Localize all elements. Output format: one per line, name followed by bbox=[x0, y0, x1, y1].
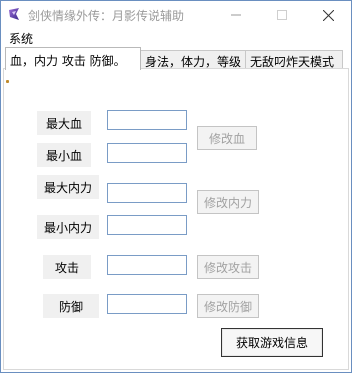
tab-hp-mp-attack-defense[interactable]: 血，内力 攻击 防御。 bbox=[5, 47, 141, 70]
modify-attack-button[interactable]: 修改攻击 bbox=[197, 255, 259, 279]
close-icon bbox=[322, 9, 334, 21]
max-hp-input[interactable] bbox=[107, 110, 187, 130]
focus-marker bbox=[6, 80, 9, 83]
get-game-info-button[interactable]: 获取游戏信息 bbox=[221, 328, 323, 357]
modify-hp-button[interactable]: 修改血 bbox=[197, 126, 257, 150]
maximize-button[interactable] bbox=[259, 1, 305, 29]
close-button[interactable] bbox=[305, 1, 351, 29]
tab-label: 身法，体力，等级 bbox=[145, 55, 242, 69]
max-mp-input[interactable] bbox=[107, 183, 187, 203]
min-mp-input[interactable] bbox=[107, 215, 187, 235]
tab-strip: 血，内力 攻击 防御。 身法，体力，等级 无敌叼炸天模式 bbox=[3, 47, 349, 70]
max-mp-label: 最大内力 bbox=[37, 175, 99, 199]
attack-label: 攻击 bbox=[43, 255, 91, 279]
min-hp-input[interactable] bbox=[107, 143, 187, 163]
max-hp-label: 最大血 bbox=[37, 111, 91, 135]
tab-invincible-mode[interactable]: 无敌叼炸天模式 bbox=[245, 50, 343, 69]
min-mp-label: 最小内力 bbox=[37, 215, 99, 239]
modify-mp-button[interactable]: 修改内力 bbox=[197, 190, 259, 214]
defense-input[interactable] bbox=[107, 294, 187, 314]
tab-label: 血，内力 攻击 防御。 bbox=[10, 54, 126, 68]
tab-agility-stamina-level[interactable]: 身法，体力，等级 bbox=[140, 50, 246, 69]
maximize-icon bbox=[277, 10, 287, 20]
attack-input[interactable] bbox=[107, 255, 187, 275]
defense-label: 防御 bbox=[43, 294, 99, 318]
minimize-icon bbox=[231, 14, 241, 16]
title-bar[interactable]: 剑侠情缘外传：月影传说辅助 bbox=[1, 1, 351, 29]
window-title: 剑侠情缘外传：月影传说辅助 bbox=[28, 9, 185, 23]
main-window: 剑侠情缘外传：月影传说辅助 系统 血，内力 攻击 防御。 身法，体力，等级 无敌… bbox=[0, 0, 352, 373]
minimize-button[interactable] bbox=[213, 1, 259, 29]
menu-system[interactable]: 系统 bbox=[9, 30, 33, 47]
menu-bar: 系统 bbox=[1, 29, 351, 47]
min-hp-label: 最小血 bbox=[37, 143, 91, 167]
tab-label: 无敌叼炸天模式 bbox=[250, 55, 335, 69]
app-icon bbox=[9, 8, 19, 20]
modify-defense-button[interactable]: 修改防御 bbox=[197, 294, 259, 318]
